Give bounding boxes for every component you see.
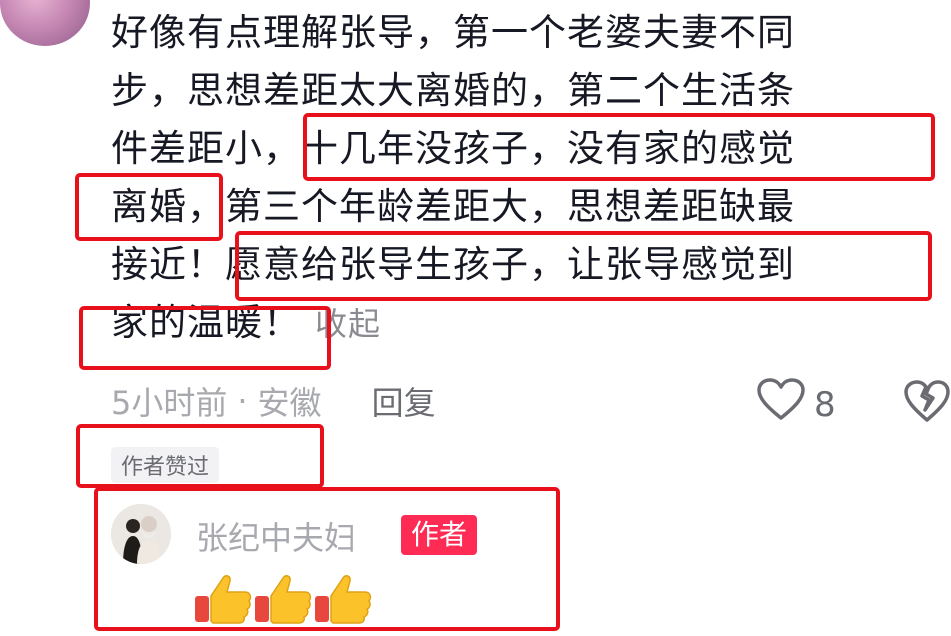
author-tag: 作者 bbox=[401, 515, 478, 555]
comment-text: 好像有点理解张导，第一个老婆夫妻不同 步，思想差距太大离婚的，第二个生活条 件差… bbox=[111, 4, 931, 353]
comment-line: 步，思想差距太大离婚的，第二个生活条 bbox=[111, 69, 795, 112]
like-button[interactable]: 8 bbox=[756, 378, 836, 431]
highlight-phrase-4: 家的温暖！ bbox=[111, 301, 301, 344]
comment-line: 好像有点理解张导，第一个老婆夫妻不同 bbox=[111, 11, 795, 54]
broken-heart-icon bbox=[903, 380, 951, 428]
comment-line: 件差距小，十几年没孩子，没有家的感觉 bbox=[111, 120, 931, 178]
thumbs-up-icon bbox=[313, 572, 373, 630]
comment-time: 5小时前 bbox=[111, 384, 228, 422]
heart-icon bbox=[756, 378, 806, 431]
comment-meta: 5小时前 · 安徽 回复 bbox=[111, 378, 436, 424]
highlight-phrase-3: 愿意给张导生孩子，让张导感觉到 bbox=[225, 243, 795, 286]
author-name[interactable]: 张纪中夫妇 bbox=[196, 513, 356, 559]
comment-line: 家的温暖！ 收起 bbox=[111, 294, 931, 353]
thumbs-up-icon bbox=[193, 572, 253, 630]
comment-segment: 第三个年龄差距大，思想差距缺最 bbox=[225, 185, 795, 228]
comment-segment: 接近！ bbox=[111, 243, 225, 286]
thumbs-up-icon bbox=[253, 572, 313, 630]
reply-emojis bbox=[193, 572, 373, 630]
comment-segment: 件差距小， bbox=[111, 127, 301, 170]
commenter-avatar[interactable] bbox=[0, 0, 90, 46]
author-liked-badge: 作者赞过 bbox=[111, 447, 220, 483]
comment-location: 安徽 bbox=[257, 384, 322, 422]
comment-line: 接近！愿意给张导生孩子，让张导感觉到 bbox=[111, 236, 931, 294]
highlight-phrase-1: 十几年没孩子，没有家的感觉 bbox=[301, 127, 795, 170]
meta-separator: · bbox=[237, 382, 248, 420]
collapse-link[interactable]: 收起 bbox=[315, 305, 381, 343]
reply-button[interactable]: 回复 bbox=[372, 378, 436, 424]
author-avatar[interactable] bbox=[111, 504, 171, 564]
dislike-button[interactable] bbox=[903, 380, 951, 428]
highlight-phrase-2: 离婚， bbox=[111, 185, 225, 228]
like-count: 8 bbox=[814, 384, 836, 425]
comment-line: 离婚，第三个年龄差距大，思想差距缺最 bbox=[111, 178, 931, 236]
